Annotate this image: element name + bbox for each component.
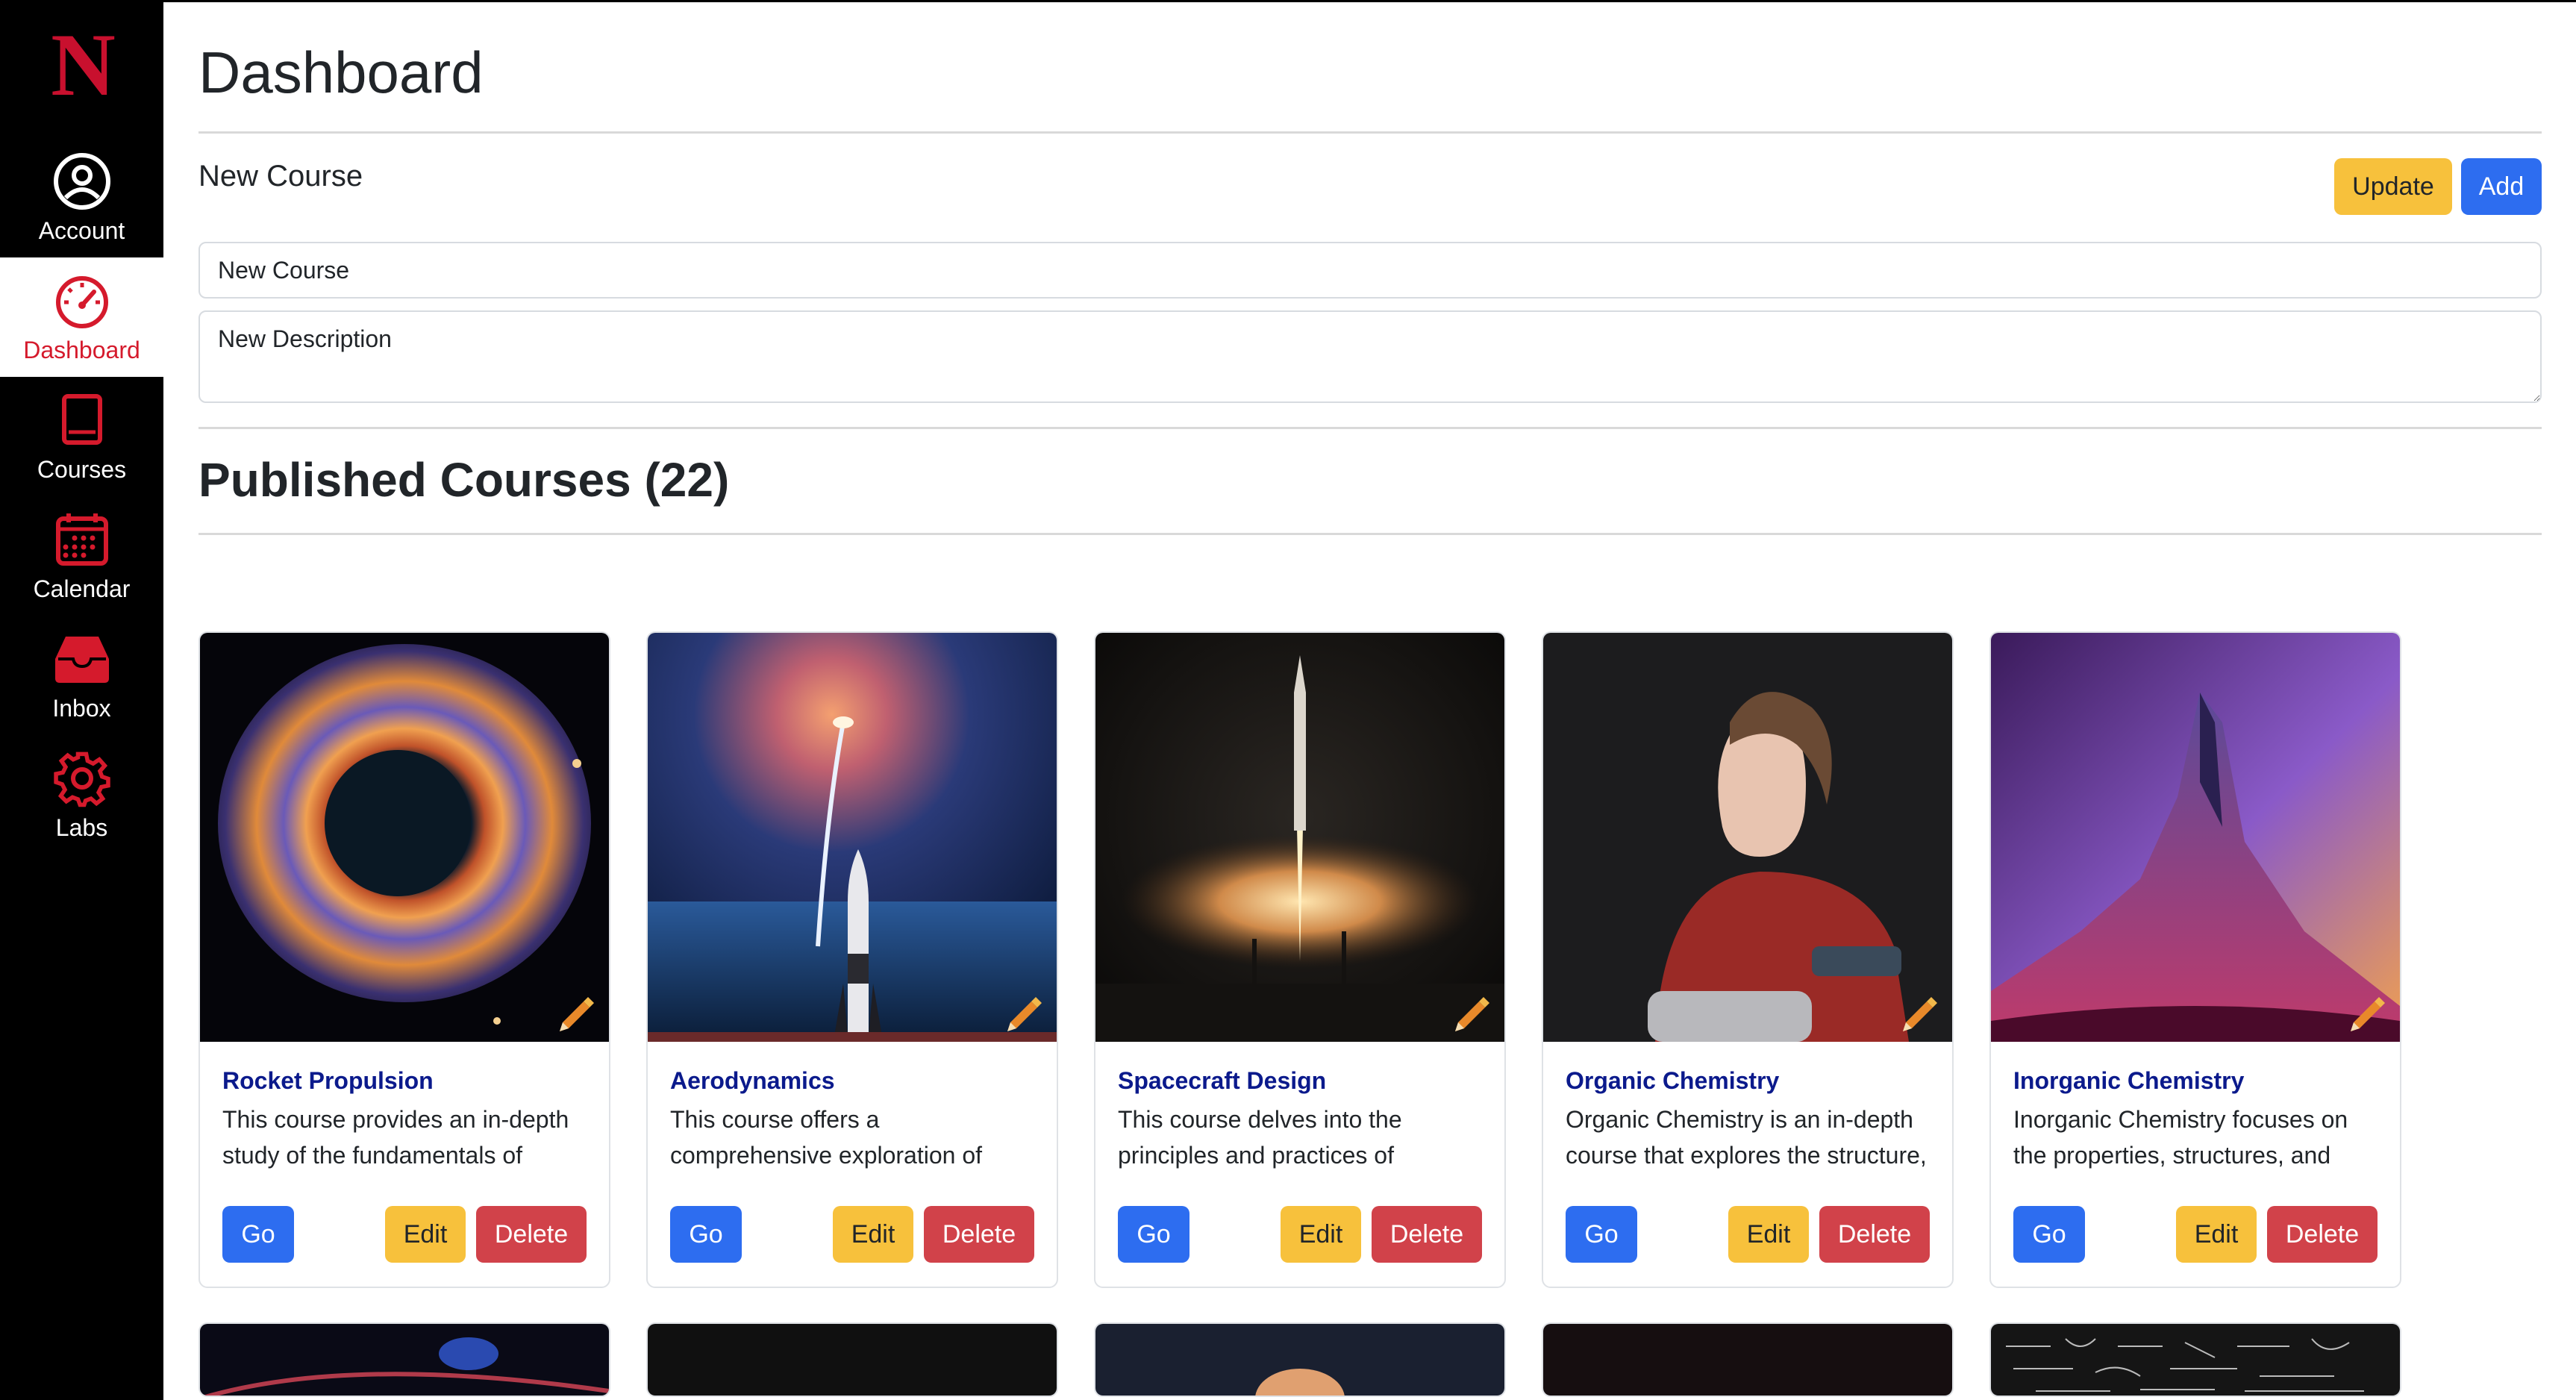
course-card[interactable]: Aerodynamics This course offers a compre…: [646, 631, 1058, 1288]
course-title[interactable]: Spacecraft Design: [1118, 1067, 1326, 1095]
rocket-ocean-image[interactable]: [648, 633, 1057, 1042]
delete-button[interactable]: Delete: [2267, 1206, 2378, 1263]
delete-button[interactable]: Delete: [1372, 1206, 1482, 1263]
go-button[interactable]: Go: [1566, 1206, 1637, 1263]
course-title[interactable]: Organic Chemistry: [1566, 1067, 1779, 1095]
add-button[interactable]: Add: [2461, 158, 2542, 215]
course-image[interactable]: [648, 1324, 1057, 1397]
course-card[interactable]: Organic Chemistry Organic Chemistry is a…: [1542, 631, 1954, 1288]
course-card[interactable]: Spacecraft Design This course delves int…: [1094, 631, 1506, 1288]
divider: [198, 427, 2542, 429]
logo[interactable]: N: [0, 16, 163, 113]
course-description: Organic Chemistry is an in-depth course …: [1566, 1106, 1927, 1169]
course-card[interactable]: Rocket Propulsion This course provides a…: [198, 631, 610, 1288]
edit-button[interactable]: Edit: [833, 1206, 913, 1263]
pencil-icon[interactable]: [2345, 990, 2389, 1034]
pencil-icon[interactable]: [1001, 990, 1046, 1034]
calendar-icon: [51, 508, 113, 571]
inbox-icon: [51, 628, 113, 690]
crystal-mountain-image[interactable]: [1991, 633, 2400, 1042]
sidebar-item-courses[interactable]: Courses: [0, 377, 163, 496]
delete-button[interactable]: Delete: [1819, 1206, 1930, 1263]
divider: [198, 533, 2542, 535]
course-image[interactable]: [200, 1324, 609, 1397]
girl-portrait-image[interactable]: [1543, 633, 1952, 1042]
course-description: This course offers a comprehensive explo…: [670, 1106, 983, 1169]
course-card[interactable]: Inorganic Chemistry Inorganic Chemistry …: [1989, 631, 2401, 1288]
chalkboard-image[interactable]: [1991, 1324, 2400, 1397]
sidebar-item-label: Labs: [55, 814, 108, 841]
course-card[interactable]: [198, 1322, 610, 1397]
sidebar-item-label: Calendar: [33, 575, 131, 602]
go-button[interactable]: Go: [670, 1206, 742, 1263]
sidebar-item-inbox[interactable]: Inbox: [0, 616, 163, 735]
course-name-input[interactable]: [198, 242, 2542, 299]
divider: [198, 131, 2542, 134]
course-card[interactable]: [1989, 1322, 2401, 1397]
course-title[interactable]: Aerodynamics: [670, 1067, 835, 1095]
course-card[interactable]: [1542, 1322, 1954, 1397]
edit-button[interactable]: Edit: [1281, 1206, 1361, 1263]
edit-button[interactable]: Edit: [1728, 1206, 1809, 1263]
pencil-icon[interactable]: [1449, 990, 1494, 1034]
course-card[interactable]: [646, 1322, 1058, 1397]
sidebar-item-labs[interactable]: Labs: [0, 735, 163, 854]
course-image[interactable]: [1095, 1324, 1504, 1397]
main-content: Dashboard New Course Update Add New Desc…: [198, 0, 2542, 1400]
published-courses-heading: Published Courses (22): [198, 453, 730, 507]
edit-button[interactable]: Edit: [385, 1206, 466, 1263]
delete-button[interactable]: Delete: [924, 1206, 1034, 1263]
speedometer-icon: [51, 269, 113, 332]
blackhole-image[interactable]: [200, 633, 609, 1042]
course-description-textarea[interactable]: New Description: [198, 310, 2542, 403]
sidebar: N Account Dashboard Courses Calendar Inb…: [0, 0, 163, 1400]
course-description: Inorganic Chemistry focuses on the prope…: [2013, 1106, 2348, 1169]
sidebar-item-calendar[interactable]: Calendar: [0, 496, 163, 616]
page-title: Dashboard: [198, 40, 484, 105]
delete-button[interactable]: Delete: [476, 1206, 587, 1263]
sidebar-item-label: Dashboard: [23, 337, 140, 363]
update-button[interactable]: Update: [2334, 158, 2452, 215]
logo-letter: N: [51, 15, 116, 114]
new-course-heading: New Course: [198, 160, 363, 193]
edit-button[interactable]: Edit: [2176, 1206, 2257, 1263]
account-circle-icon: [51, 150, 113, 213]
rocket-launch-image[interactable]: [1095, 633, 1504, 1042]
go-button[interactable]: Go: [2013, 1206, 2085, 1263]
pencil-icon[interactable]: [1897, 990, 1942, 1034]
book-icon: [51, 389, 113, 451]
course-image[interactable]: [1543, 1324, 1952, 1397]
sidebar-item-label: Courses: [37, 456, 127, 483]
sidebar-item-dashboard[interactable]: Dashboard: [0, 257, 163, 377]
sidebar-item-account[interactable]: Account: [0, 138, 163, 257]
pencil-icon[interactable]: [554, 990, 598, 1034]
course-description: This course provides an in-depth study o…: [222, 1106, 569, 1169]
sidebar-item-label: Inbox: [52, 695, 111, 722]
course-title[interactable]: Inorganic Chemistry: [2013, 1067, 2244, 1095]
course-description: This course delves into the principles a…: [1118, 1106, 1402, 1169]
course-title[interactable]: Rocket Propulsion: [222, 1067, 434, 1095]
course-card[interactable]: [1094, 1322, 1506, 1397]
go-button[interactable]: Go: [1118, 1206, 1189, 1263]
sidebar-item-label: Account: [38, 217, 125, 244]
gear-icon: [51, 747, 113, 810]
go-button[interactable]: Go: [222, 1206, 294, 1263]
